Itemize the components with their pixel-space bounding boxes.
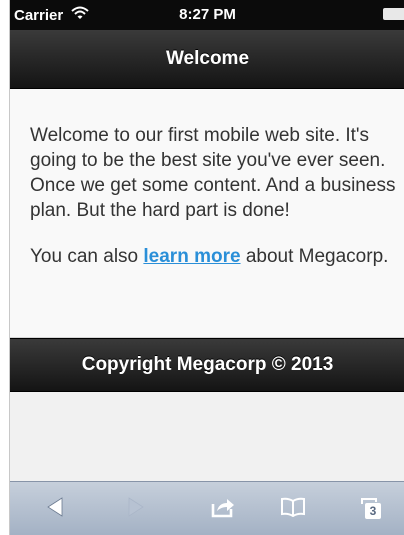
page-footer: Copyright Megacorp © 2013: [10, 338, 404, 392]
status-bar: Carrier 8:27 PM: [10, 0, 404, 30]
back-button[interactable]: [40, 494, 70, 524]
share-icon: [210, 496, 236, 523]
battery-icon: [383, 8, 404, 20]
bookmarks-button[interactable]: [278, 494, 308, 524]
main-content: Welcome to our first mobile web site. It…: [10, 89, 404, 338]
status-time: 8:27 PM: [179, 6, 236, 23]
tab-count: 3: [369, 504, 377, 518]
learn-more-link[interactable]: learn more: [143, 246, 240, 267]
tabs-button[interactable]: 3: [356, 494, 386, 524]
forward-button[interactable]: [121, 494, 151, 524]
mobile-browser: Carrier 8:27 PM Welcome Welcome to our f…: [9, 0, 404, 535]
learn-more-suffix: about Megacorp.: [240, 246, 389, 267]
intro-paragraph: Welcome to our first mobile web site. It…: [30, 125, 396, 221]
share-button[interactable]: [208, 494, 238, 524]
empty-page-area: [10, 392, 404, 481]
copyright-text: Copyright Megacorp © 2013: [81, 354, 334, 375]
page-header: Welcome: [10, 30, 404, 89]
browser-toolbar: 3: [10, 481, 404, 535]
learn-more-paragraph: You can also learn more about Megacorp.: [30, 244, 400, 269]
page-title: Welcome: [165, 48, 250, 69]
tabs-icon: 3: [359, 497, 383, 521]
learn-more-prefix: You can also: [30, 246, 144, 267]
forward-icon: [127, 496, 145, 522]
bookmarks-icon: [280, 497, 306, 522]
back-icon: [46, 496, 64, 522]
